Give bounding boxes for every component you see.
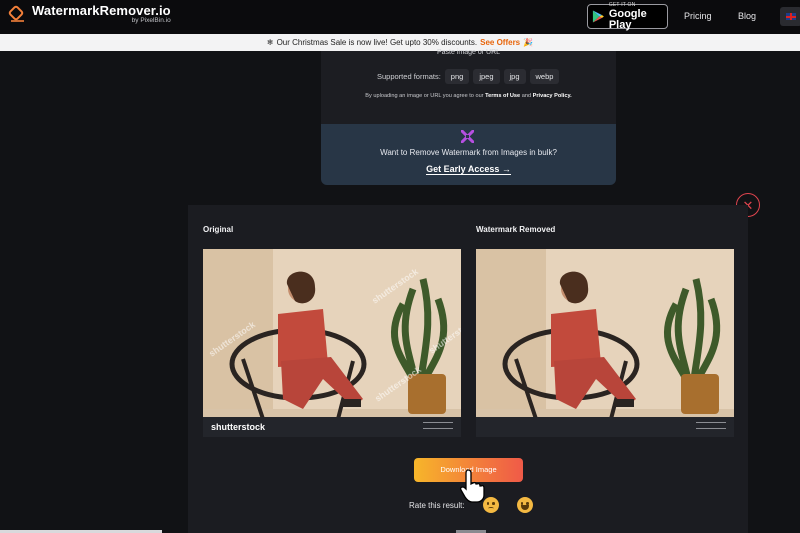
bulk-text: Want to Remove Watermark from Images in … (380, 148, 557, 157)
cleaned-strip (476, 417, 734, 437)
photo-scene-cleaned (476, 249, 734, 437)
google-play-icon (592, 10, 604, 23)
watermark-removed-label: Watermark Removed (476, 225, 556, 234)
google-play-big-text: Google Play (608, 7, 647, 31)
promo-text: Our Christmas Sale is now live! Get upto… (276, 38, 478, 47)
format-chip-jpg: jpg (503, 69, 526, 84)
nav-blog[interactable]: Blog (738, 11, 756, 21)
bulk-promo-box: Want to Remove Watermark from Images in … (321, 124, 616, 185)
paste-url-row[interactable]: Paste image or URL (321, 49, 616, 56)
top-nav: WatermarkRemover.io by PixelBin.io GET I… (0, 0, 800, 34)
supported-formats-label: Supported formats: (377, 72, 441, 81)
strip-fineprint (423, 422, 453, 429)
hand-cursor-icon (459, 469, 485, 503)
get-early-access-link[interactable]: Get Early Access → (321, 164, 616, 175)
logo-name: WatermarkRemover.io (32, 3, 171, 18)
terms-prefix: By uploading an image or URL you agree t… (365, 93, 484, 99)
get-early-access-label: Get Early Access → (426, 164, 511, 175)
see-offers-link[interactable]: See Offers (480, 38, 520, 47)
photo-scene-original (203, 249, 461, 437)
terms-link[interactable]: Terms of Use (485, 93, 520, 99)
format-chip-png: png (444, 69, 470, 84)
format-chip-jpeg: jpeg (473, 69, 500, 84)
shutterstock-brand: shutterstock (211, 422, 266, 432)
terms-and: and (521, 93, 532, 99)
shutterstock-strip: shutterstock (203, 417, 461, 437)
original-label: Original (203, 225, 234, 234)
upload-card: Paste image or URL Supported formats: pn… (321, 49, 616, 124)
terms-notice: By uploading an image or URL you agree t… (321, 93, 616, 99)
original-image: shutterstock shutterstock shutterstock s… (203, 249, 461, 437)
eraser-logo-icon (8, 6, 24, 23)
supported-formats: Supported formats: png jpeg jpg webp (377, 69, 560, 84)
party-icon: 🎉 (523, 38, 534, 47)
rate-label: Rate this result: (409, 500, 465, 510)
strip-fineprint (696, 422, 726, 429)
privacy-link[interactable]: Privacy Policy. (533, 93, 572, 99)
bulk-images-icon (461, 130, 474, 143)
language-selector[interactable] (780, 7, 800, 26)
nav-pricing[interactable]: Pricing (684, 11, 712, 21)
google-play-button[interactable]: GET IT ON Google Play (587, 1, 668, 31)
google-play-small-text: GET IT ON (608, 1, 636, 8)
happy-face-icon[interactable] (516, 497, 533, 513)
paste-label: Paste image or URL (436, 49, 501, 56)
format-chip-webp: webp (529, 69, 560, 84)
ornament-icon: ❄ (266, 38, 274, 47)
uk-flag-icon (786, 13, 796, 20)
watermark-removed-image (476, 249, 734, 437)
logo[interactable]: WatermarkRemover.io by PixelBin.io (8, 4, 171, 25)
logo-by: by PixelBin.io (131, 17, 171, 24)
